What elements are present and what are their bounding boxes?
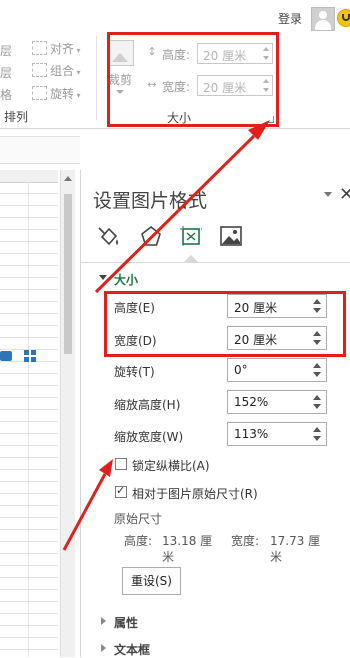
- rotation-input[interactable]: 0°: [227, 358, 327, 382]
- smiley-feedback-icon[interactable]: [337, 9, 350, 27]
- original-width-unit: 米: [270, 550, 283, 564]
- scale-height-input[interactable]: 152%: [227, 390, 327, 414]
- pane-size-highlight: [104, 291, 346, 357]
- expand-size-chevron-down-icon[interactable]: [99, 275, 107, 280]
- pane-title: 设置图片格式: [93, 190, 208, 212]
- pane-options-chevron-down-icon[interactable]: [324, 192, 332, 197]
- original-size-title: 原始尺寸: [114, 512, 163, 526]
- floating-shape-icons[interactable]: [0, 349, 38, 363]
- spin-down-icon[interactable]: [313, 436, 321, 441]
- tab-size-properties[interactable]: [178, 224, 204, 248]
- tab-picture[interactable]: [218, 224, 244, 248]
- selection-pane-button[interactable]: 格: [0, 86, 12, 103]
- expand-textbox-chevron-right-icon[interactable]: [101, 644, 106, 652]
- spin-up-icon[interactable]: [313, 427, 321, 432]
- ribbon-size-highlight: [107, 32, 279, 127]
- reset-button[interactable]: 重设(S): [122, 567, 181, 595]
- properties-section-header[interactable]: 属性: [114, 614, 138, 631]
- grid-shape-icon[interactable]: [24, 350, 36, 362]
- scroll-up-icon[interactable]: [64, 176, 72, 181]
- original-width-value: 17.73 厘: [270, 534, 321, 548]
- relative-original-checkbox[interactable]: [115, 484, 127, 498]
- picture-icon: [220, 226, 242, 246]
- rotation-label: 旋转(T): [114, 365, 155, 379]
- formula-bar-strip: [0, 136, 80, 164]
- pane-divider: [80, 262, 350, 263]
- lock-aspect-label[interactable]: 锁定纵横比(A): [132, 457, 210, 474]
- size-section-header[interactable]: 大小: [114, 271, 138, 288]
- align-icon: [32, 41, 47, 55]
- scroll-thumb[interactable]: [64, 194, 72, 354]
- spin-down-icon[interactable]: [313, 404, 321, 409]
- spin-up-icon[interactable]: [313, 363, 321, 368]
- shirt-shape-icon[interactable]: [0, 351, 12, 361]
- login-link[interactable]: 登录: [278, 10, 302, 27]
- spin-up-icon[interactable]: [313, 395, 321, 400]
- rotate-icon: [32, 86, 47, 100]
- bring-forward-button[interactable]: 层: [0, 42, 12, 59]
- lock-aspect-checkbox[interactable]: [115, 458, 127, 470]
- original-width-label: 宽度:: [231, 534, 260, 548]
- size-properties-icon: [180, 226, 202, 246]
- close-icon[interactable]: ✕: [339, 184, 350, 205]
- group-icon: [32, 63, 47, 77]
- ribbon-group-separator: [96, 36, 97, 120]
- scale-width-label: 缩放宽度(W): [114, 430, 184, 444]
- rotate-button[interactable]: 旋转 ▾: [32, 85, 81, 102]
- effects-pentagon-icon: [141, 225, 161, 246]
- active-tab-caret: [184, 255, 198, 262]
- align-button[interactable]: 对齐 ▾: [32, 40, 81, 57]
- tab-effects[interactable]: [138, 224, 164, 248]
- arrange-group-label: 排列: [4, 110, 29, 124]
- original-height-label: 高度:: [124, 534, 153, 548]
- vertical-scrollbar[interactable]: [60, 170, 75, 657]
- original-height-value: 13.18 厘: [162, 534, 213, 548]
- send-backward-button[interactable]: 层: [0, 64, 12, 81]
- worksheet-grid[interactable]: [0, 182, 58, 657]
- user-avatar-icon[interactable]: [311, 7, 335, 31]
- tab-fill-line[interactable]: [96, 224, 122, 248]
- original-height-unit: 米: [162, 550, 175, 564]
- expand-properties-chevron-right-icon[interactable]: [101, 617, 106, 625]
- fill-line-icon: [98, 227, 118, 246]
- scale-width-input[interactable]: 113%: [227, 422, 327, 446]
- scale-height-label: 缩放高度(H): [114, 398, 181, 412]
- textbox-section-header[interactable]: 文本框: [114, 641, 150, 658]
- spin-down-icon[interactable]: [313, 372, 321, 377]
- group-button[interactable]: 组合 ▾: [32, 62, 81, 79]
- relative-original-label[interactable]: 相对于图片原始尺寸(R): [132, 485, 258, 502]
